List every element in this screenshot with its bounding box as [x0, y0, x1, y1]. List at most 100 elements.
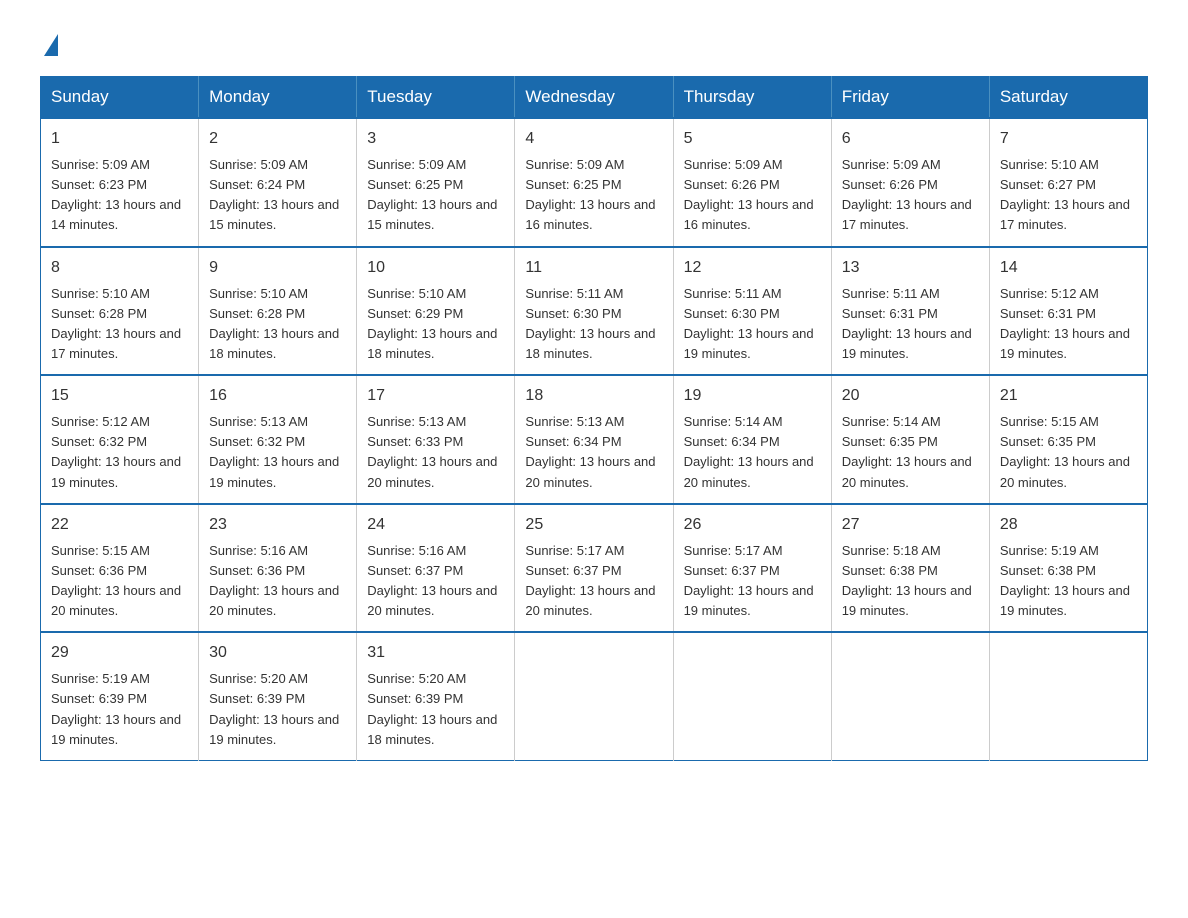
day-info: Sunrise: 5:12 AMSunset: 6:31 PMDaylight:…	[1000, 284, 1137, 365]
day-number: 2	[209, 127, 346, 151]
day-number: 4	[525, 127, 662, 151]
calendar-day-cell: 10Sunrise: 5:10 AMSunset: 6:29 PMDayligh…	[357, 247, 515, 376]
day-number: 8	[51, 256, 188, 280]
calendar-day-cell: 15Sunrise: 5:12 AMSunset: 6:32 PMDayligh…	[41, 375, 199, 504]
weekday-header-thursday: Thursday	[673, 77, 831, 119]
day-number: 21	[1000, 384, 1137, 408]
calendar-day-cell: 1 Sunrise: 5:09 AMSunset: 6:23 PMDaylight…	[41, 118, 199, 247]
calendar-day-cell: 19 Sunrise: 5:14 AMSunset: 6:34 PMDayligh…	[673, 375, 831, 504]
calendar-day-cell: 18 Sunrise: 5:13 AMSunset: 6:34 PMDayligh…	[515, 375, 673, 504]
day-number: 23	[209, 513, 346, 537]
day-number: 20	[842, 384, 979, 408]
day-number: 31	[367, 641, 504, 665]
day-info: Sunrise: 5:16 AMSunset: 6:37 PMDaylight:…	[367, 541, 504, 622]
day-number: 3	[367, 127, 504, 151]
day-number: 18	[525, 384, 662, 408]
calendar-day-cell: 23 Sunrise: 5:16 AMSunset: 6:36 PMDayligh…	[199, 504, 357, 633]
weekday-header-tuesday: Tuesday	[357, 77, 515, 119]
calendar-day-cell: 30 Sunrise: 5:20 AMSunset: 6:39 PMDayligh…	[199, 632, 357, 760]
calendar-week-row: 1 Sunrise: 5:09 AMSunset: 6:23 PMDaylight…	[41, 118, 1148, 247]
day-info: Sunrise: 5:10 AMSunset: 6:27 PMDaylight:…	[1000, 155, 1137, 236]
calendar-day-cell	[989, 632, 1147, 760]
calendar-week-row: 29 Sunrise: 5:19 AMSunset: 6:39 PMDayligh…	[41, 632, 1148, 760]
calendar-day-cell: 16Sunrise: 5:13 AMSunset: 6:32 PMDayligh…	[199, 375, 357, 504]
day-number: 22	[51, 513, 188, 537]
day-number: 29	[51, 641, 188, 665]
calendar-week-row: 8 Sunrise: 5:10 AMSunset: 6:28 PMDaylight…	[41, 247, 1148, 376]
calendar-day-cell	[673, 632, 831, 760]
day-number: 16	[209, 384, 346, 408]
day-number: 5	[684, 127, 821, 151]
weekday-header-friday: Friday	[831, 77, 989, 119]
day-number: 14	[1000, 256, 1137, 280]
day-info: Sunrise: 5:19 AMSunset: 6:39 PMDaylight:…	[51, 669, 188, 750]
day-info: Sunrise: 5:14 AMSunset: 6:35 PMDaylight:…	[842, 412, 979, 493]
day-number: 9	[209, 256, 346, 280]
day-number: 11	[525, 256, 662, 280]
day-info: Sunrise: 5:17 AMSunset: 6:37 PMDaylight:…	[525, 541, 662, 622]
day-number: 6	[842, 127, 979, 151]
day-number: 26	[684, 513, 821, 537]
day-info: Sunrise: 5:15 AMSunset: 6:35 PMDaylight:…	[1000, 412, 1137, 493]
calendar-day-cell: 2 Sunrise: 5:09 AMSunset: 6:24 PMDaylight…	[199, 118, 357, 247]
calendar-table: SundayMondayTuesdayWednesdayThursdayFrid…	[40, 76, 1148, 761]
calendar-day-cell: 6 Sunrise: 5:09 AMSunset: 6:26 PMDaylight…	[831, 118, 989, 247]
day-info: Sunrise: 5:10 AMSunset: 6:29 PMDaylight:…	[367, 284, 504, 365]
day-info: Sunrise: 5:17 AMSunset: 6:37 PMDaylight:…	[684, 541, 821, 622]
day-info: Sunrise: 5:13 AMSunset: 6:33 PMDaylight:…	[367, 412, 504, 493]
weekday-header-monday: Monday	[199, 77, 357, 119]
calendar-day-cell: 25 Sunrise: 5:17 AMSunset: 6:37 PMDayligh…	[515, 504, 673, 633]
logo-triangle-icon	[44, 34, 58, 56]
calendar-day-cell	[831, 632, 989, 760]
page-header	[40, 30, 1148, 56]
calendar-day-cell: 27Sunrise: 5:18 AMSunset: 6:38 PMDayligh…	[831, 504, 989, 633]
calendar-day-cell: 7Sunrise: 5:10 AMSunset: 6:27 PMDaylight…	[989, 118, 1147, 247]
weekday-header-sunday: Sunday	[41, 77, 199, 119]
calendar-day-cell: 31Sunrise: 5:20 AMSunset: 6:39 PMDayligh…	[357, 632, 515, 760]
day-number: 19	[684, 384, 821, 408]
day-info: Sunrise: 5:11 AMSunset: 6:30 PMDaylight:…	[525, 284, 662, 365]
calendar-day-cell: 22Sunrise: 5:15 AMSunset: 6:36 PMDayligh…	[41, 504, 199, 633]
day-number: 24	[367, 513, 504, 537]
day-info: Sunrise: 5:16 AMSunset: 6:36 PMDaylight:…	[209, 541, 346, 622]
calendar-day-cell: 28Sunrise: 5:19 AMSunset: 6:38 PMDayligh…	[989, 504, 1147, 633]
calendar-day-cell: 4Sunrise: 5:09 AMSunset: 6:25 PMDaylight…	[515, 118, 673, 247]
day-info: Sunrise: 5:18 AMSunset: 6:38 PMDaylight:…	[842, 541, 979, 622]
calendar-day-cell: 9 Sunrise: 5:10 AMSunset: 6:28 PMDaylight…	[199, 247, 357, 376]
day-info: Sunrise: 5:10 AMSunset: 6:28 PMDaylight:…	[51, 284, 188, 365]
weekday-header-saturday: Saturday	[989, 77, 1147, 119]
calendar-day-cell	[515, 632, 673, 760]
calendar-day-cell: 8 Sunrise: 5:10 AMSunset: 6:28 PMDaylight…	[41, 247, 199, 376]
calendar-day-cell: 3 Sunrise: 5:09 AMSunset: 6:25 PMDaylight…	[357, 118, 515, 247]
day-info: Sunrise: 5:19 AMSunset: 6:38 PMDaylight:…	[1000, 541, 1137, 622]
day-number: 13	[842, 256, 979, 280]
calendar-day-cell: 29 Sunrise: 5:19 AMSunset: 6:39 PMDayligh…	[41, 632, 199, 760]
day-number: 17	[367, 384, 504, 408]
calendar-day-cell: 11 Sunrise: 5:11 AMSunset: 6:30 PMDayligh…	[515, 247, 673, 376]
day-info: Sunrise: 5:10 AMSunset: 6:28 PMDaylight:…	[209, 284, 346, 365]
calendar-day-cell: 26 Sunrise: 5:17 AMSunset: 6:37 PMDayligh…	[673, 504, 831, 633]
weekday-header-row: SundayMondayTuesdayWednesdayThursdayFrid…	[41, 77, 1148, 119]
day-info: Sunrise: 5:11 AMSunset: 6:31 PMDaylight:…	[842, 284, 979, 365]
calendar-day-cell: 21 Sunrise: 5:15 AMSunset: 6:35 PMDayligh…	[989, 375, 1147, 504]
calendar-week-row: 22Sunrise: 5:15 AMSunset: 6:36 PMDayligh…	[41, 504, 1148, 633]
day-info: Sunrise: 5:13 AMSunset: 6:34 PMDaylight:…	[525, 412, 662, 493]
day-info: Sunrise: 5:09 AMSunset: 6:26 PMDaylight:…	[684, 155, 821, 236]
day-info: Sunrise: 5:20 AMSunset: 6:39 PMDaylight:…	[209, 669, 346, 750]
day-info: Sunrise: 5:12 AMSunset: 6:32 PMDaylight:…	[51, 412, 188, 493]
day-info: Sunrise: 5:09 AMSunset: 6:26 PMDaylight:…	[842, 155, 979, 236]
calendar-day-cell: 12Sunrise: 5:11 AMSunset: 6:30 PMDayligh…	[673, 247, 831, 376]
calendar-day-cell: 20 Sunrise: 5:14 AMSunset: 6:35 PMDayligh…	[831, 375, 989, 504]
day-info: Sunrise: 5:09 AMSunset: 6:25 PMDaylight:…	[367, 155, 504, 236]
day-info: Sunrise: 5:14 AMSunset: 6:34 PMDaylight:…	[684, 412, 821, 493]
day-number: 30	[209, 641, 346, 665]
logo	[40, 30, 58, 56]
calendar-day-cell: 24 Sunrise: 5:16 AMSunset: 6:37 PMDayligh…	[357, 504, 515, 633]
day-info: Sunrise: 5:09 AMSunset: 6:23 PMDaylight:…	[51, 155, 188, 236]
calendar-day-cell: 17 Sunrise: 5:13 AMSunset: 6:33 PMDayligh…	[357, 375, 515, 504]
day-number: 1	[51, 127, 188, 151]
calendar-day-cell: 14 Sunrise: 5:12 AMSunset: 6:31 PMDayligh…	[989, 247, 1147, 376]
day-number: 25	[525, 513, 662, 537]
day-number: 12	[684, 256, 821, 280]
day-info: Sunrise: 5:09 AMSunset: 6:24 PMDaylight:…	[209, 155, 346, 236]
